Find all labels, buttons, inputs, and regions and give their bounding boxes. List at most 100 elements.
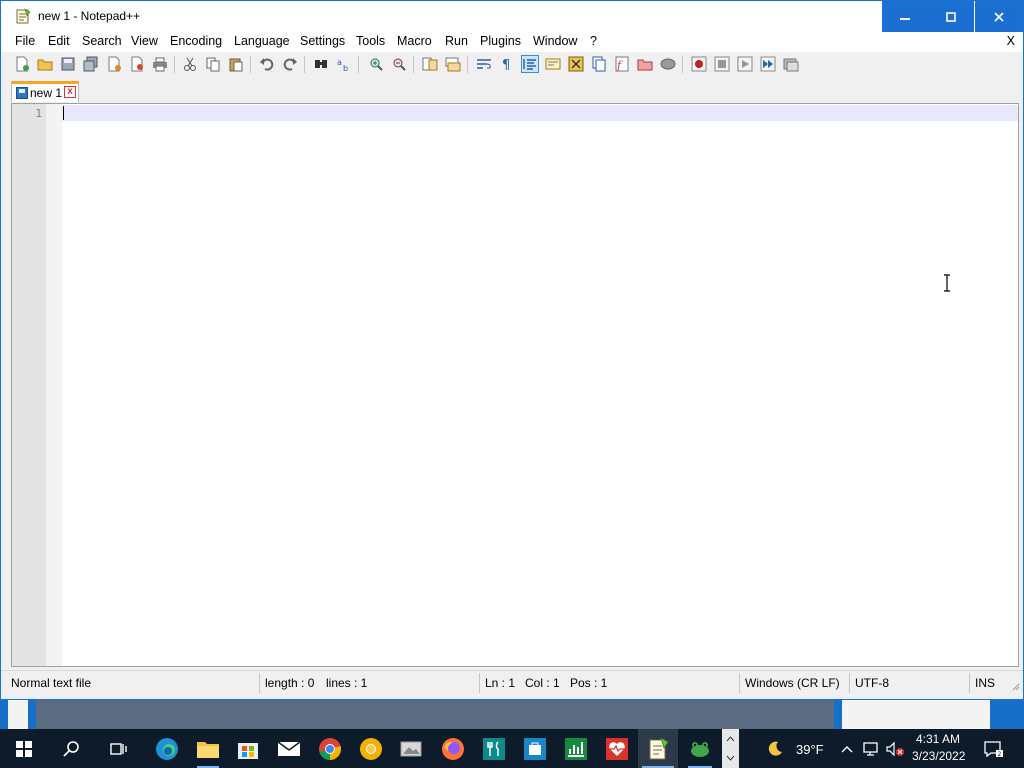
menu-edit[interactable]: Edit xyxy=(48,34,70,48)
status-eol[interactable]: Windows (CR LF) xyxy=(745,676,840,690)
tab-bar: new 1 x xyxy=(1,78,1023,102)
zoom-in-icon[interactable] xyxy=(367,55,385,73)
clock-time[interactable]: 4:31 AM xyxy=(916,732,960,746)
new-file-icon[interactable] xyxy=(13,55,31,73)
doc-list-icon[interactable] xyxy=(590,55,608,73)
menu-language[interactable]: Language xyxy=(234,34,290,48)
status-separator xyxy=(739,673,740,693)
status-lines: lines : 1 xyxy=(326,676,368,690)
toolbar-separator xyxy=(250,56,251,73)
status-bar: Normal text file length : 0 lines : 1 Ln… xyxy=(1,670,1023,694)
menu-run[interactable]: Run xyxy=(445,34,468,48)
udl-icon[interactable] xyxy=(544,55,562,73)
notepadpp-icon[interactable] xyxy=(638,729,678,768)
find-icon[interactable] xyxy=(312,55,330,73)
restaurant-app-icon[interactable] xyxy=(475,729,513,768)
paste-icon[interactable] xyxy=(227,55,245,73)
minimize-button[interactable] xyxy=(882,1,928,32)
toolbar-separator xyxy=(413,56,414,73)
run-macro-multiple-icon[interactable] xyxy=(759,55,777,73)
menu-window[interactable]: Window xyxy=(533,34,577,48)
replace-icon[interactable]: ab xyxy=(335,55,353,73)
volume-muted-icon[interactable] xyxy=(884,729,906,768)
status-separator xyxy=(259,673,260,693)
folder-workspace-icon[interactable] xyxy=(636,55,654,73)
mail-icon[interactable] xyxy=(270,729,308,768)
menu-file[interactable]: File xyxy=(15,34,35,48)
notification-center-icon[interactable]: 2 xyxy=(978,729,1008,768)
toolbar-separator xyxy=(358,56,359,73)
cut-icon[interactable] xyxy=(181,55,199,73)
status-encoding[interactable]: UTF-8 xyxy=(855,676,889,690)
redo-icon[interactable] xyxy=(281,55,299,73)
close-file-icon[interactable] xyxy=(105,55,123,73)
ibeam-cursor-icon xyxy=(944,274,950,292)
menu-settings[interactable]: Settings xyxy=(300,34,345,48)
taskbar-scroll-buttons[interactable] xyxy=(722,729,739,768)
close-document-button[interactable]: X xyxy=(1007,34,1015,48)
word-wrap-icon[interactable] xyxy=(475,55,493,73)
fold-margin[interactable] xyxy=(46,104,62,666)
play-macro-icon[interactable] xyxy=(736,55,754,73)
firefox-icon[interactable] xyxy=(434,729,472,768)
close-all-icon[interactable] xyxy=(128,55,146,73)
task-view-icon[interactable] xyxy=(101,729,137,768)
svg-text:¶: ¶ xyxy=(502,58,510,72)
zoom-out-icon[interactable] xyxy=(390,55,408,73)
tab-new-1[interactable]: new 1 x xyxy=(11,81,79,102)
background-window xyxy=(8,700,28,729)
chevron-up-tray-icon[interactable] xyxy=(838,729,856,768)
title-bar[interactable]: new 1 - Notepad++ xyxy=(1,1,1023,32)
function-list-icon[interactable]: f xyxy=(613,55,631,73)
menu-plugins[interactable]: Plugins xyxy=(480,34,521,48)
stop-macro-icon[interactable] xyxy=(713,55,731,73)
toolbar-separator xyxy=(174,56,175,73)
menu-view[interactable]: View xyxy=(131,34,158,48)
weather-temperature[interactable]: 39°F xyxy=(796,742,824,757)
photos-icon[interactable] xyxy=(393,729,431,768)
menu-help[interactable]: ? xyxy=(590,34,597,48)
close-window-button[interactable] xyxy=(975,1,1023,32)
file-explorer-icon[interactable] xyxy=(189,729,227,768)
undo-icon[interactable] xyxy=(258,55,276,73)
store-bag-app-icon[interactable] xyxy=(516,729,554,768)
search-icon[interactable] xyxy=(54,729,90,768)
sync-vertical-icon[interactable] xyxy=(421,55,439,73)
health-app-icon[interactable] xyxy=(598,729,636,768)
save-icon[interactable] xyxy=(59,55,77,73)
doc-map-icon[interactable] xyxy=(567,55,585,73)
maximize-icon xyxy=(946,11,956,22)
status-insert-mode[interactable]: INS xyxy=(975,676,995,690)
text-editor[interactable]: 1 xyxy=(11,103,1019,667)
record-macro-icon[interactable] xyxy=(690,55,708,73)
store-icon[interactable] xyxy=(229,729,267,768)
menu-search[interactable]: Search xyxy=(82,34,122,48)
copy-icon[interactable] xyxy=(204,55,222,73)
menu-macro[interactable]: Macro xyxy=(397,34,432,48)
chrome-icon[interactable] xyxy=(311,729,349,768)
sync-horizontal-icon[interactable] xyxy=(444,55,462,73)
clock-date[interactable]: 3/23/2022 xyxy=(912,749,965,763)
network-icon[interactable] xyxy=(860,729,882,768)
chart-app-icon[interactable] xyxy=(557,729,595,768)
open-file-icon[interactable] xyxy=(36,55,54,73)
background-window xyxy=(842,700,990,729)
frog-app-icon[interactable] xyxy=(680,729,720,768)
moon-icon[interactable] xyxy=(760,729,790,768)
save-macro-icon[interactable] xyxy=(782,55,800,73)
print-icon[interactable] xyxy=(151,55,169,73)
resize-grip-icon[interactable] xyxy=(1010,681,1020,691)
indent-guide-icon[interactable] xyxy=(521,55,539,73)
maximize-button[interactable] xyxy=(928,1,974,32)
status-separator xyxy=(969,673,970,693)
show-all-chars-icon[interactable]: ¶ xyxy=(498,55,516,73)
menu-encoding[interactable]: Encoding xyxy=(170,34,222,48)
tab-close-button[interactable]: x xyxy=(64,86,76,98)
edge-icon[interactable] xyxy=(148,729,186,768)
save-all-icon[interactable] xyxy=(82,55,100,73)
monitoring-icon[interactable] xyxy=(659,55,677,73)
menu-tools[interactable]: Tools xyxy=(356,34,385,48)
start-icon[interactable] xyxy=(6,729,42,768)
toolbar-separator xyxy=(304,56,305,73)
chrome-canary-icon[interactable] xyxy=(352,729,390,768)
